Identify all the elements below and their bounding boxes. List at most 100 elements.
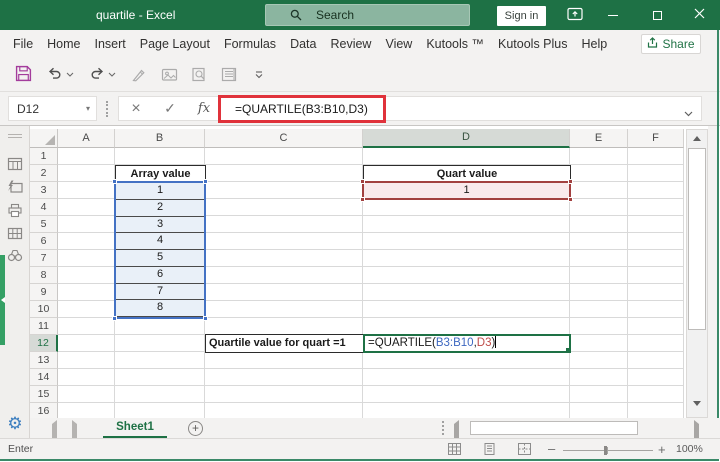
ribbon-tab-insert[interactable]: Insert bbox=[88, 30, 133, 58]
cell-b10-value[interactable]: 8 bbox=[116, 300, 204, 317]
column-header-d[interactable]: D bbox=[363, 129, 570, 148]
row-header-13[interactable]: 13 bbox=[30, 352, 58, 369]
range-handle-icon[interactable] bbox=[203, 179, 208, 184]
column-header-a[interactable]: A bbox=[58, 129, 115, 148]
undo-button[interactable] bbox=[44, 64, 66, 86]
maximize-button[interactable] bbox=[642, 0, 672, 30]
range-handle-icon[interactable] bbox=[112, 179, 117, 184]
form-view-icon[interactable] bbox=[218, 64, 240, 86]
prev-sheet-button[interactable] bbox=[52, 420, 57, 442]
zoom-out-button[interactable]: – bbox=[548, 441, 555, 456]
formula-bar-drag-handle[interactable] bbox=[106, 101, 108, 117]
fill-handle-icon[interactable] bbox=[566, 348, 570, 352]
horizontal-scroll-thumb[interactable] bbox=[470, 421, 638, 435]
screenshot-icon[interactable] bbox=[158, 64, 180, 86]
panel-handle-icon[interactable] bbox=[8, 134, 22, 138]
insert-function-button[interactable]: fx bbox=[187, 101, 221, 116]
cell-b6-value[interactable]: 4 bbox=[116, 233, 204, 250]
print-preview-icon[interactable] bbox=[188, 64, 210, 86]
cell-d12-formula-editing[interactable]: =QUARTILE(B3:B10,D3) bbox=[363, 334, 571, 353]
sign-in-button[interactable]: Sign in bbox=[497, 6, 546, 26]
row-header-16[interactable]: 16 bbox=[30, 403, 58, 419]
vertical-scroll-thumb[interactable] bbox=[688, 148, 706, 330]
add-sheet-button[interactable]: + bbox=[188, 421, 203, 436]
column-header-c[interactable]: C bbox=[205, 129, 363, 148]
undo-dropdown-icon[interactable] bbox=[66, 64, 78, 86]
ribbon-tab-review[interactable]: Review bbox=[323, 30, 378, 58]
row-header-4[interactable]: 4 bbox=[30, 199, 58, 216]
ribbon-tab-data[interactable]: Data bbox=[283, 30, 323, 58]
range-b3-b10[interactable]: 12345678 bbox=[112, 179, 208, 321]
name-box[interactable]: D12 ▾ bbox=[8, 96, 97, 121]
share-button[interactable]: Share bbox=[641, 34, 701, 54]
zoom-in-button[interactable]: + bbox=[658, 442, 666, 457]
ribbon-tab-help[interactable]: Help bbox=[575, 30, 615, 58]
next-sheet-button[interactable] bbox=[72, 420, 77, 442]
row-header-12[interactable]: 12 bbox=[30, 335, 58, 352]
binoculars-icon[interactable] bbox=[6, 247, 24, 263]
lightning-pane-icon[interactable] bbox=[6, 179, 24, 195]
ribbon-display-options-button[interactable] bbox=[560, 0, 590, 30]
ribbon-tab-formulas[interactable]: Formulas bbox=[217, 30, 283, 58]
column-header-f[interactable]: F bbox=[628, 129, 684, 148]
cell-b3-value[interactable]: 1 bbox=[116, 183, 204, 200]
page-layout-view-button[interactable] bbox=[483, 443, 496, 458]
zoom-level-indicator[interactable]: 100% bbox=[676, 443, 703, 455]
redo-button[interactable] bbox=[86, 64, 108, 86]
scroll-left-button[interactable] bbox=[454, 420, 459, 442]
zoom-slider-track[interactable] bbox=[563, 450, 653, 451]
cell-d3-quart-value[interactable]: 1 bbox=[360, 179, 573, 202]
workbook-grid-icon[interactable] bbox=[6, 156, 24, 172]
range-handle-icon[interactable] bbox=[568, 197, 573, 202]
cancel-button[interactable]: × bbox=[119, 100, 153, 118]
row-header-10[interactable]: 10 bbox=[30, 301, 58, 318]
column-header-b[interactable]: B bbox=[115, 129, 205, 148]
cell-b5-value[interactable]: 3 bbox=[116, 217, 204, 234]
cell-b4-value[interactable]: 2 bbox=[116, 200, 204, 217]
select-all-button[interactable] bbox=[30, 129, 58, 148]
row-header-15[interactable]: 15 bbox=[30, 386, 58, 403]
pen-sketch-icon[interactable] bbox=[128, 64, 150, 86]
ribbon-tab-kutools[interactable]: Kutools ™ bbox=[419, 30, 491, 58]
ribbon-tab-view[interactable]: View bbox=[378, 30, 419, 58]
row-header-6[interactable]: 6 bbox=[30, 233, 58, 250]
row-header-3[interactable]: 3 bbox=[30, 182, 58, 199]
row-header-11[interactable]: 11 bbox=[30, 318, 58, 335]
printer-icon[interactable] bbox=[6, 202, 24, 218]
column-header-e[interactable]: E bbox=[570, 129, 628, 148]
cell-b7-value[interactable]: 5 bbox=[116, 250, 204, 267]
close-button[interactable] bbox=[684, 0, 714, 30]
row-header-8[interactable]: 8 bbox=[30, 267, 58, 284]
enter-button[interactable]: ✓ bbox=[153, 100, 187, 117]
normal-view-button[interactable] bbox=[448, 443, 461, 458]
minimize-button[interactable] bbox=[598, 0, 628, 30]
row-header-5[interactable]: 5 bbox=[30, 216, 58, 233]
ribbon-tab-home[interactable]: Home bbox=[40, 30, 87, 58]
table-columns-icon[interactable] bbox=[6, 225, 24, 241]
range-handle-icon[interactable] bbox=[360, 197, 365, 202]
row-header-1[interactable]: 1 bbox=[30, 148, 58, 165]
sheet-tab-sheet1[interactable]: Sheet1 bbox=[103, 418, 167, 438]
save-button[interactable] bbox=[12, 64, 34, 86]
cell-b8-value[interactable]: 6 bbox=[116, 267, 204, 284]
redo-dropdown-icon[interactable] bbox=[108, 64, 120, 86]
ribbon-tab-kutools-plus[interactable]: Kutools Plus bbox=[491, 30, 574, 58]
scroll-down-button[interactable] bbox=[687, 395, 707, 412]
row-header-9[interactable]: 9 bbox=[30, 284, 58, 301]
ribbon-tab-file[interactable]: File bbox=[6, 30, 40, 58]
formula-input-area[interactable]: × ✓ fx =QUARTILE(B3:B10,D3) bbox=[118, 96, 702, 121]
page-break-view-button[interactable] bbox=[518, 443, 531, 458]
toolbar-overflow-icon[interactable] bbox=[248, 64, 270, 86]
vertical-scrollbar[interactable] bbox=[686, 129, 708, 418]
ribbon-tab-page-layout[interactable]: Page Layout bbox=[133, 30, 217, 58]
scrollbar-resize-handle[interactable] bbox=[442, 421, 444, 435]
cell-c12-label[interactable]: Quartile value for quart =1 bbox=[205, 334, 364, 353]
scroll-up-button[interactable] bbox=[687, 130, 707, 147]
row-header-7[interactable]: 7 bbox=[30, 250, 58, 267]
range-handle-icon[interactable] bbox=[360, 179, 365, 184]
range-handle-icon[interactable] bbox=[568, 179, 573, 184]
row-header-14[interactable]: 14 bbox=[30, 369, 58, 386]
formula-bar-expand-icon[interactable] bbox=[684, 106, 693, 120]
search-input[interactable]: Search bbox=[265, 4, 470, 26]
zoom-slider-thumb[interactable] bbox=[604, 446, 607, 455]
